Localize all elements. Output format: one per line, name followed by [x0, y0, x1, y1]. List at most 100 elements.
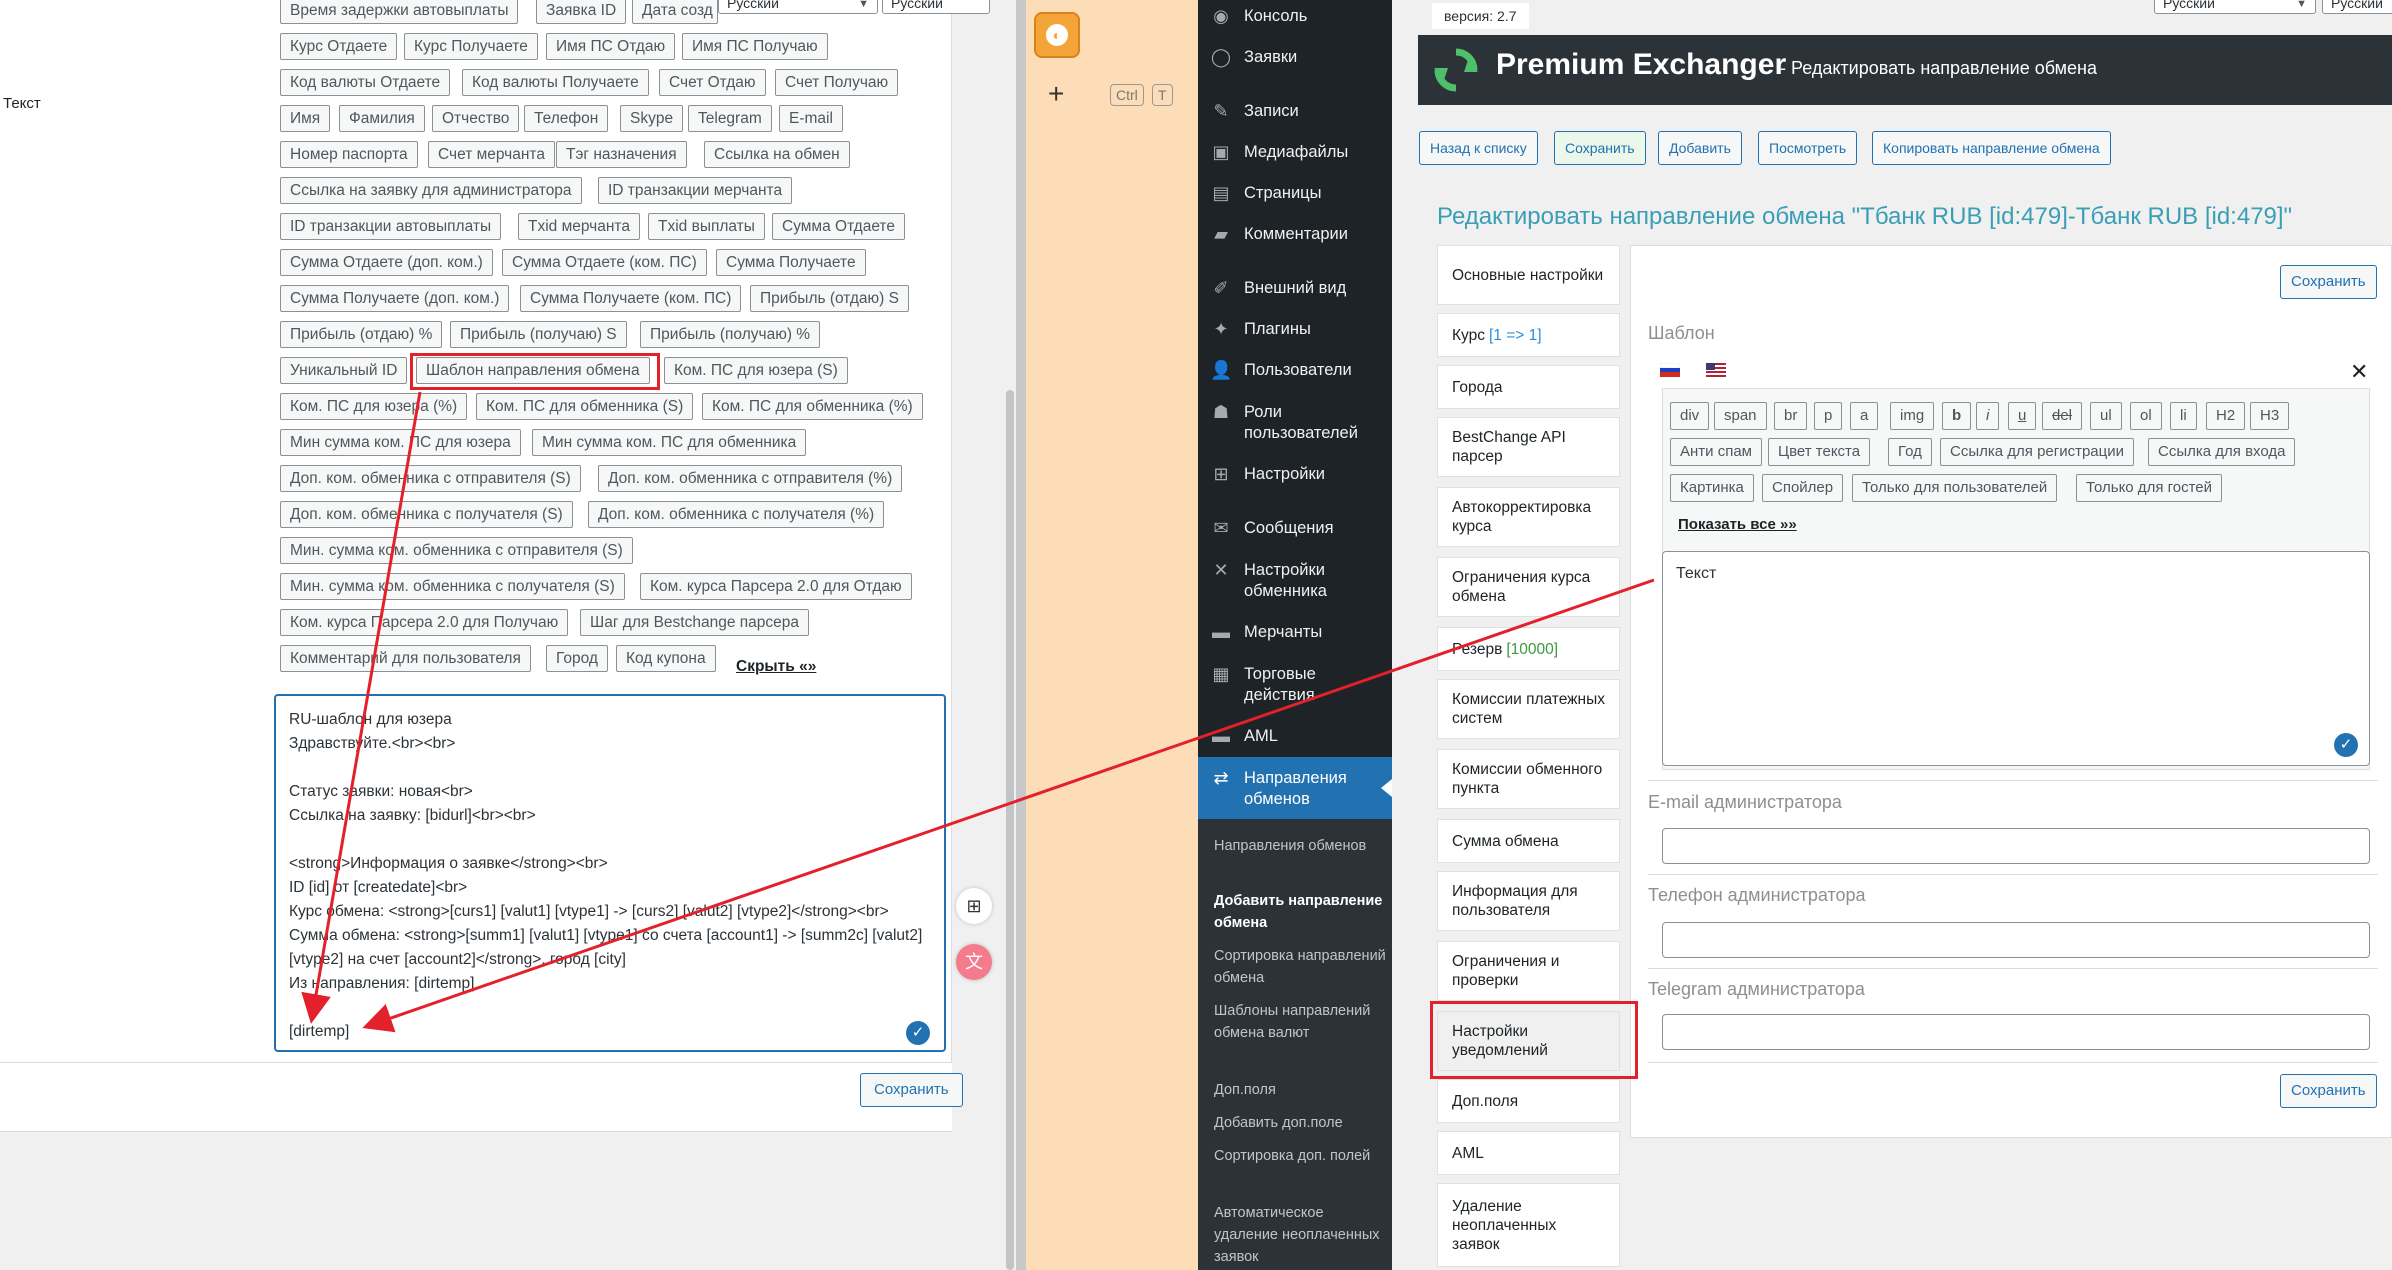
- scrollbar-thumb[interactable]: [1006, 390, 1014, 1270]
- tag-button[interactable]: Прибыль (получаю) %: [640, 321, 821, 348]
- tag-button[interactable]: Комментарий для пользователя: [280, 645, 531, 672]
- tag-button[interactable]: Ком. ПС для юзера (S): [664, 357, 848, 384]
- back-to-list-button[interactable]: Назад к списку: [1419, 131, 1538, 165]
- tag-button[interactable]: Тэг назначения: [556, 141, 687, 168]
- app-icon[interactable]: ◐: [1034, 12, 1080, 58]
- tag-button[interactable]: Сумма Получаете (доп. ком.): [280, 285, 510, 312]
- tab-autocorrection[interactable]: Автокорректировка курса: [1437, 487, 1620, 547]
- editor-button-span[interactable]: span: [1714, 402, 1767, 430]
- editor-button-bold[interactable]: b: [1942, 402, 1972, 430]
- submenu-item-extra-fields[interactable]: Доп.поля: [1214, 1079, 1386, 1101]
- hide-all-link[interactable]: Скрыть «»: [736, 658, 816, 676]
- save-button[interactable]: Сохранить: [1554, 131, 1646, 165]
- admin-phone-input[interactable]: [1662, 922, 2370, 958]
- tag-button[interactable]: Мин сумма ком. ПС для обменника: [532, 429, 807, 456]
- flag-us-icon[interactable]: [1706, 363, 1726, 377]
- tab-delete-unpaid[interactable]: Удаление неоплаченных заявок: [1437, 1183, 1620, 1267]
- tag-button[interactable]: Фамилия: [339, 105, 425, 132]
- flag-ru-icon[interactable]: [1660, 363, 1680, 377]
- tag-button[interactable]: ID транзакции автовыплаты: [280, 213, 502, 240]
- tab-rate[interactable]: Курс [1 => 1]: [1437, 313, 1620, 357]
- tag-button[interactable]: Telegram: [688, 105, 772, 132]
- tag-button[interactable]: Телефон: [524, 105, 609, 132]
- show-all-link[interactable]: Показать все »»: [1678, 516, 1797, 533]
- tag-button[interactable]: Ком. курса Парсера 2.0 для Отдаю: [640, 573, 912, 600]
- tag-button[interactable]: Код валюты Отдаете: [280, 69, 451, 96]
- add-button[interactable]: Добавить: [1658, 131, 1742, 165]
- tag-button[interactable]: Ком. курса Парсера 2.0 для Получаю: [280, 609, 569, 636]
- editor-button-users-only[interactable]: Только для пользователей: [1852, 474, 2058, 502]
- editor-button-p[interactable]: p: [1814, 402, 1843, 430]
- tag-button[interactable]: Доп. ком. обменника с отправителя (S): [280, 465, 581, 492]
- close-icon[interactable]: ✕: [2350, 359, 2368, 385]
- tab-rate-limits[interactable]: Ограничения курса обмена: [1437, 557, 1620, 617]
- tab-main-settings[interactable]: Основные настройки: [1437, 245, 1620, 305]
- editor-button-li[interactable]: li: [2170, 402, 2197, 430]
- tag-button[interactable]: Ком. ПС для юзера (%): [280, 393, 468, 420]
- admin-email-input[interactable]: [1662, 828, 2370, 864]
- tag-button[interactable]: Ссылка на обмен: [704, 141, 850, 168]
- submenu-item-direction-templates[interactable]: Шаблоны направлений обмена валют: [1214, 1000, 1386, 1044]
- tag-button[interactable]: Прибыль (получаю) S: [450, 321, 627, 348]
- tag-button[interactable]: Доп. ком. обменника с получателя (%): [588, 501, 885, 528]
- tag-button[interactable]: Сумма Получаете: [716, 249, 866, 276]
- save-button[interactable]: Сохранить: [2280, 265, 2377, 299]
- tag-button[interactable]: Txid выплаты: [648, 213, 765, 240]
- language-select[interactable]: Русский ▼: [2154, 0, 2316, 14]
- editor-button-br[interactable]: br: [1774, 402, 1808, 430]
- tag-button[interactable]: Ком. ПС для обменника (%): [702, 393, 923, 420]
- tab-payment-fees[interactable]: Комиссии платежных систем: [1437, 679, 1620, 739]
- tag-button[interactable]: Сумма Получаете (ком. ПС): [520, 285, 742, 312]
- editor-button-guests-only[interactable]: Только для гостей: [2076, 474, 2223, 502]
- tag-button[interactable]: Ссылка на заявку для администратора: [280, 177, 582, 204]
- tab-restrictions[interactable]: Ограничения и проверки: [1437, 941, 1620, 1001]
- tag-button[interactable]: Город: [546, 645, 608, 672]
- tag-button[interactable]: Доп. ком. обменника с отправителя (%): [598, 465, 903, 492]
- tag-button[interactable]: Дата созд: [632, 0, 718, 24]
- language-select[interactable]: Русский: [2322, 0, 2392, 14]
- editor-button-antispam[interactable]: Анти спам: [1670, 438, 1762, 466]
- editor-button-del[interactable]: del: [2042, 402, 2083, 430]
- tag-button[interactable]: Уникальный ID: [280, 357, 408, 384]
- language-select[interactable]: Русский: [882, 0, 990, 14]
- template-textarea[interactable]: Текст: [1662, 551, 2370, 766]
- tab-aml[interactable]: AML: [1437, 1131, 1620, 1175]
- tag-button[interactable]: ID транзакции мерчанта: [598, 177, 793, 204]
- tag-button[interactable]: Сумма Отдаете (доп. ком.): [280, 249, 493, 276]
- editor-button-ol[interactable]: ol: [2130, 402, 2162, 430]
- tab-exchange-fees[interactable]: Комиссии обменного пункта: [1437, 749, 1620, 809]
- tab-bestchange-parser[interactable]: BestChange API парсер: [1437, 417, 1620, 477]
- tag-button[interactable]: Счет Отдаю: [659, 69, 766, 96]
- tag-button[interactable]: Сумма Отдаете: [772, 213, 905, 240]
- editor-button-ul[interactable]: ul: [2090, 402, 2122, 430]
- submenu-item-sort-extra-fields[interactable]: Сортировка доп. полей: [1214, 1145, 1386, 1167]
- editor-button-img[interactable]: img: [1890, 402, 1935, 430]
- copy-direction-button[interactable]: Копировать направление обмена: [1872, 131, 2111, 165]
- save-button[interactable]: Сохранить: [2280, 1074, 2377, 1108]
- tag-button[interactable]: Доп. ком. обменника с получателя (S): [280, 501, 573, 528]
- tag-button[interactable]: Сумма Отдаете (ком. ПС): [502, 249, 707, 276]
- tag-button[interactable]: Мин сумма ком. ПС для юзера: [280, 429, 521, 456]
- tag-button[interactable]: Номер паспорта: [280, 141, 418, 168]
- tag-button[interactable]: Код валюты Получаете: [462, 69, 649, 96]
- tab-reserve[interactable]: Резерв [10000]: [1437, 627, 1620, 671]
- translate-icon[interactable]: 文: [956, 944, 992, 980]
- editor-button-underline[interactable]: u: [2008, 402, 2037, 430]
- tab-extra-fields[interactable]: Доп.поля: [1437, 1079, 1620, 1123]
- editor-button-image[interactable]: Картинка: [1670, 474, 1754, 502]
- tag-button[interactable]: Счет Получаю: [775, 69, 899, 96]
- editor-button-div[interactable]: div: [1670, 402, 1710, 430]
- editor-button-register-link[interactable]: Ссылка для регистрации: [1940, 438, 2135, 466]
- editor-button-text-color[interactable]: Цвет текста: [1768, 438, 1871, 466]
- tag-button[interactable]: Код купона: [616, 645, 716, 672]
- submenu-item-directions[interactable]: Направления обменов: [1214, 835, 1386, 857]
- tag-button[interactable]: Мин. сумма ком. обменника с получателя (…: [280, 573, 625, 600]
- tag-button[interactable]: Курс Получаете: [404, 33, 538, 60]
- pane-divider[interactable]: [1016, 0, 1026, 1270]
- template-textarea[interactable]: RU-шаблон для юзера Здравствуйте.<br><br…: [274, 694, 946, 1052]
- tag-button[interactable]: Ком. ПС для обменника (S): [476, 393, 694, 420]
- tab-user-info[interactable]: Информация для пользователя: [1437, 871, 1620, 931]
- view-button[interactable]: Посмотреть: [1758, 131, 1858, 165]
- tag-button[interactable]: Txid мерчанта: [518, 213, 640, 240]
- tag-button[interactable]: Прибыль (отдаю) %: [280, 321, 443, 348]
